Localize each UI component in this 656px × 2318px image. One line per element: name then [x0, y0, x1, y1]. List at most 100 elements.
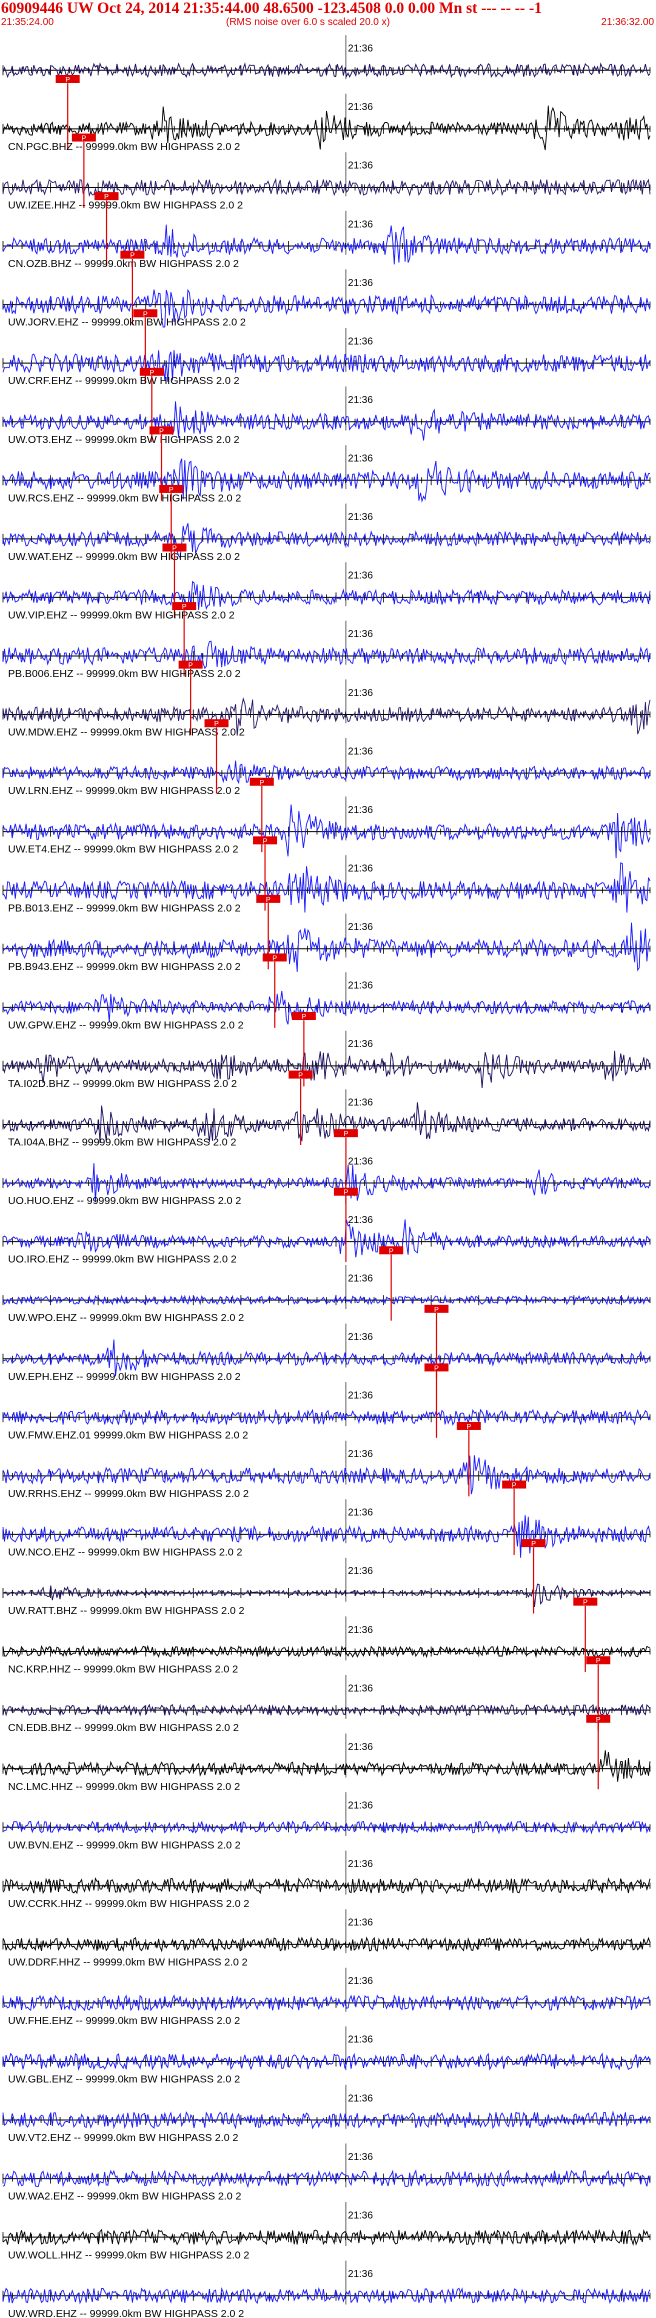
waveform-trace	[2, 1219, 651, 1258]
pick-label: P	[214, 721, 219, 728]
minute-label: 21:36	[348, 1391, 373, 1402]
station-label: UW.WOLL.HHZ -- 99999.0km BW HIGHPASS 2.0…	[8, 2249, 250, 2261]
station-label: UW.CRF.EHZ -- 99999.0km BW HIGHPASS 2.0 …	[8, 375, 240, 387]
station-label: UW.JORV.EHZ -- 99999.0km BW HIGHPASS 2.0…	[8, 317, 246, 329]
station-label: UO.HUO.EHZ -- 99999.0km BW HIGHPASS 2.0 …	[8, 1195, 241, 1207]
station-label: UO.IRO.EHZ -- 99999.0km BW HIGHPASS 2.0 …	[8, 1254, 237, 1266]
pick-label: P	[583, 1600, 588, 1607]
minute-label: 21:36	[348, 1976, 373, 1987]
minute-label: 21:36	[348, 629, 373, 640]
pick-label: P	[272, 955, 277, 962]
minute-label: 21:36	[348, 571, 373, 582]
minute-label: 21:36	[348, 1449, 373, 1460]
station-label: TA.I02D.BHZ -- 99999.0km BW HIGHPASS 2.0…	[8, 1078, 237, 1090]
seismogram-plot: 21:3621:36PCN.PGC.BHZ -- 99999.0km BW HI…	[2, 35, 651, 2318]
minute-label: 21:36	[348, 2152, 373, 2163]
station-label: UW.VIP.EHZ -- 99999.0km BW HIGHPASS 2.0 …	[8, 609, 235, 621]
minute-label: 21:36	[348, 2210, 373, 2221]
station-label: UW.CCRK.HHZ -- 99999.0km BW HIGHPASS 2.0…	[8, 1898, 250, 1910]
pick-label: P	[188, 663, 193, 670]
minute-label: 21:36	[348, 1742, 373, 1753]
station-label: UW.FHE.EHZ -- 99999.0km BW HIGHPASS 2.0 …	[8, 2015, 240, 2027]
station-label: UW.WA2.EHZ -- 99999.0km BW HIGHPASS 2.0 …	[8, 2191, 242, 2203]
pick-label: P	[298, 1073, 303, 1080]
pick-label: P	[302, 1014, 307, 1021]
pick-label: P	[143, 311, 148, 318]
pick-label: P	[389, 1248, 394, 1255]
minute-label: 21:36	[348, 1039, 373, 1050]
minute-label: 21:36	[348, 981, 373, 992]
station-label: PB.B006.EHZ -- 99999.0km BW HIGHPASS 2.0…	[8, 668, 241, 680]
station-label: UW.LRN.EHZ -- 99999.0km BW HIGHPASS 2.0 …	[8, 785, 240, 797]
minute-label: 21:36	[348, 278, 373, 289]
station-label: TA.I04A.BHZ -- 99999.0km BW HIGHPASS 2.0…	[8, 1137, 237, 1149]
pick-label: P	[531, 1541, 536, 1548]
station-label: UW.RATT.BHZ -- 99999.0km BW HIGHPASS 2.0…	[8, 1605, 245, 1617]
station-label: UW.BVN.EHZ -- 99999.0km BW HIGHPASS 2.0 …	[8, 1839, 241, 1851]
minute-label: 21:36	[348, 863, 373, 874]
pick-label: P	[169, 487, 174, 494]
minute-label: 21:36	[348, 688, 373, 699]
station-label: UW.RRHS.EHZ -- 99999.0km BW HIGHPASS 2.0…	[8, 1488, 249, 1500]
station-label: UW.DDRF.HHZ -- 99999.0km BW HIGHPASS 2.0…	[8, 1956, 248, 1968]
station-label: PB.B943.EHZ -- 99999.0km BW HIGHPASS 2.0…	[8, 961, 241, 973]
station-label: UW.WAT.EHZ -- 99999.0km BW HIGHPASS 2.0 …	[8, 551, 240, 563]
station-label: UW.FMW.EHZ.01 99999.0km BW HIGHPASS 2.0 …	[8, 1429, 248, 1441]
end-time: 21:36:32.00	[601, 17, 654, 28]
pick-label: P	[434, 1365, 439, 1372]
minute-label: 21:36	[348, 395, 373, 406]
minute-label: 21:36	[348, 102, 373, 113]
minute-label: 21:36	[348, 2093, 373, 2104]
pick-label: P	[172, 546, 177, 553]
station-label: UW.EPH.EHZ -- 99999.0km BW HIGHPASS 2.0 …	[8, 1371, 241, 1383]
pick-label: P	[434, 1307, 439, 1314]
pick-label: P	[130, 253, 135, 260]
minute-label: 21:36	[348, 1859, 373, 1870]
pick-label: P	[65, 77, 70, 84]
minute-label: 21:36	[348, 161, 373, 172]
pick-label: P	[467, 1424, 472, 1431]
pick-label: P	[104, 194, 109, 201]
pick-label: P	[596, 1717, 601, 1724]
minute-label: 21:36	[348, 1683, 373, 1694]
minute-label: 21:36	[348, 1156, 373, 1167]
station-label: UW.VT2.EHZ -- 99999.0km BW HIGHPASS 2.0 …	[8, 2132, 238, 2144]
minute-label: 21:36	[348, 1625, 373, 1636]
pick-label: P	[259, 780, 264, 787]
minute-label: 21:36	[348, 219, 373, 230]
station-label: UW.IZEE.HHZ -- 99999.0km BW HIGHPASS 2.0…	[8, 200, 243, 212]
pick-label: P	[149, 370, 154, 377]
pick-label: P	[344, 1131, 349, 1138]
start-time: 21:35:24.00	[1, 17, 54, 28]
pick-label: P	[159, 428, 164, 435]
station-label: UW.OT3.EHZ -- 99999.0km BW HIGHPASS 2.0 …	[8, 434, 240, 446]
pick-label: P	[344, 1190, 349, 1197]
station-label: UW.GBL.EHZ -- 99999.0km BW HIGHPASS 2.0 …	[8, 2074, 240, 2086]
station-label: NC.LMC.HHZ -- 99999.0km BW HIGHPASS 2.0 …	[8, 1781, 240, 1793]
pick-label: P	[512, 1483, 517, 1490]
station-label: UW.NCO.EHZ -- 99999.0km BW HIGHPASS 2.0 …	[8, 1546, 243, 1558]
station-label: UW.ET4.EHZ -- 99999.0km BW HIGHPASS 2.0 …	[8, 844, 238, 856]
minute-label: 21:36	[348, 454, 373, 465]
pick-label: P	[82, 136, 87, 143]
minute-label: 21:36	[348, 1508, 373, 1519]
plot-header: 60909446 UW Oct 24, 2014 21:35:44.00 48.…	[0, 0, 656, 34]
minute-label: 21:36	[348, 1215, 373, 1226]
minute-label: 21:36	[348, 512, 373, 523]
minute-label: 21:36	[348, 2269, 373, 2280]
minute-label: 21:36	[348, 2035, 373, 2046]
station-label: PB.B013.EHZ -- 99999.0km BW HIGHPASS 2.0…	[8, 902, 241, 914]
pick-label: P	[263, 838, 268, 845]
station-label: CN.EDB.BHZ -- 99999.0km BW HIGHPASS 2.0 …	[8, 1722, 239, 1734]
station-label: UW.GPW.EHZ -- 99999.0km BW HIGHPASS 2.0 …	[8, 1019, 244, 1031]
minute-label: 21:36	[348, 1566, 373, 1577]
minute-label: 21:36	[348, 1332, 373, 1343]
station-label: UW.MDW.EHZ -- 99999.0km BW HIGHPASS 2.0 …	[8, 727, 245, 739]
minute-label: 21:36	[348, 1918, 373, 1929]
event-title: 60909446 UW Oct 24, 2014 21:35:44.00 48.…	[1, 0, 542, 17]
minute-label: 21:36	[348, 746, 373, 757]
station-label: UW.RCS.EHZ -- 99999.0km BW HIGHPASS 2.0 …	[8, 492, 241, 504]
minute-label: 21:36	[348, 805, 373, 816]
pick-label: P	[182, 604, 187, 611]
minute-label: 21:36	[348, 922, 373, 933]
